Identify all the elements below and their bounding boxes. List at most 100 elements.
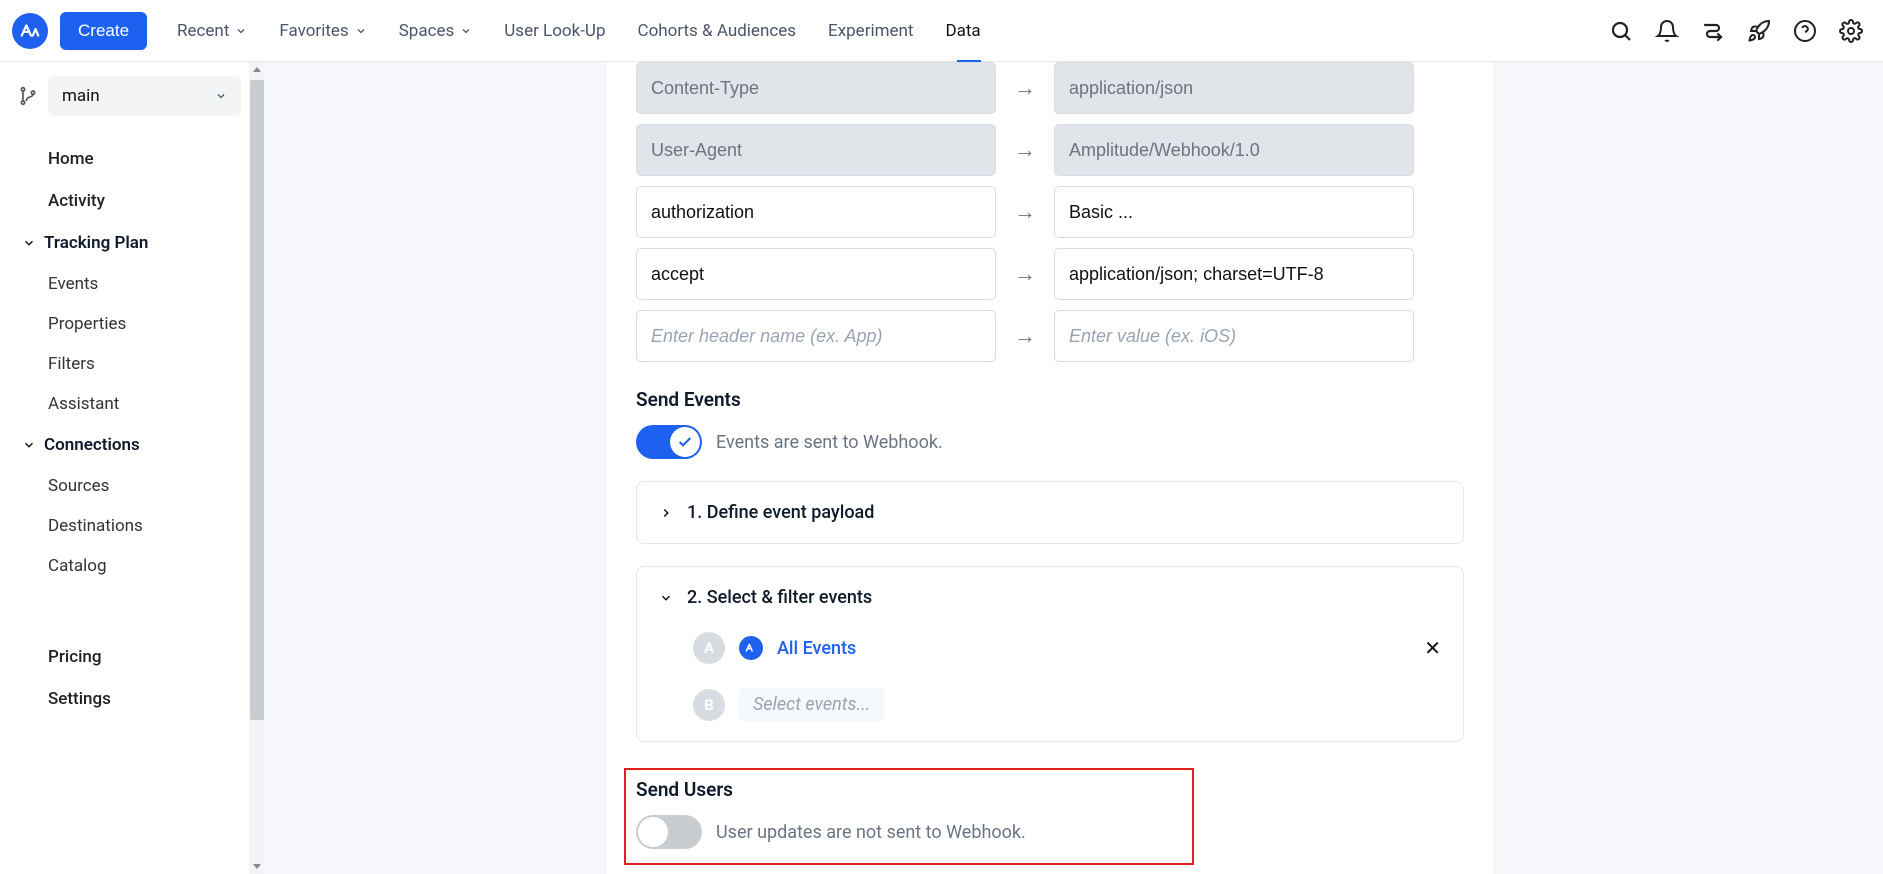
sidebar-item-assistant[interactable]: Assistant [18,384,265,424]
send-events-toggle[interactable] [636,425,702,459]
create-button[interactable]: Create [60,12,147,50]
header-value-input [1054,124,1414,176]
card-title: 1. Define event payload [687,502,874,523]
remove-filter-button[interactable]: ✕ [1424,636,1441,660]
header-value-input[interactable] [1054,186,1414,238]
filter-badge-b: B [693,689,725,721]
nav-spaces[interactable]: Spaces [387,13,485,49]
sidebar-item-activity[interactable]: Activity [18,180,265,222]
help-icon[interactable] [1793,19,1817,43]
sidebar-item-properties[interactable]: Properties [18,304,265,344]
branch-select[interactable]: main [48,76,241,116]
arrow-right-icon: → [1014,261,1036,287]
nav-experiment[interactable]: Experiment [816,13,925,49]
header-key-input[interactable] [636,248,996,300]
nav-label: Experiment [828,21,913,41]
nav-cohorts[interactable]: Cohorts & Audiences [626,13,809,49]
arrow-right-icon: → [1014,323,1036,349]
nav-user-lookup[interactable]: User Look-Up [492,13,617,49]
rocket-icon[interactable] [1747,19,1771,43]
search-icon[interactable] [1609,19,1633,43]
scroll-up-icon[interactable] [251,64,263,76]
nav-label: User Look-Up [504,21,605,41]
group-label: Tracking Plan [44,233,148,253]
nav-items: Recent Favorites Spaces User Look-Up Coh… [165,13,993,49]
arrow-right-icon: → [1014,199,1036,225]
toggle-knob [670,427,700,457]
chevron-down-icon [22,438,36,452]
send-users-toggle-row: User updates are not sent to Webhook. [636,815,1180,849]
nav-label: Cohorts & Audiences [638,21,797,41]
header-key-input[interactable] [636,186,996,238]
arrow-right-icon: → [1014,75,1036,101]
send-users-toggle-label: User updates are not sent to Webhook. [716,822,1026,843]
scrollbar-thumb[interactable] [250,80,264,720]
sidebar: main Home Activity Tracking Plan Events … [0,62,265,874]
define-payload-header[interactable]: 1. Define event payload [659,502,1441,523]
select-filter-header[interactable]: 2. Select & filter events [659,587,1441,608]
header-key-input [636,62,996,114]
nav-label: Data [945,21,980,41]
scroll-down-icon[interactable] [251,860,263,872]
nav-favorites[interactable]: Favorites [267,13,378,49]
app-logo[interactable] [12,13,48,49]
top-nav: Create Recent Favorites Spaces User Look… [0,0,1883,62]
sidebar-item-destinations[interactable]: Destinations [18,506,265,546]
card-title: 2. Select & filter events [687,587,872,608]
chevron-down-icon [22,236,36,250]
bell-icon[interactable] [1655,19,1679,43]
send-events-title: Send Events [636,388,1464,411]
filter-row-b: B Select events... [659,688,1441,721]
sidebar-item-events[interactable]: Events [18,264,265,304]
sidebar-item-home[interactable]: Home [18,138,265,180]
nav-recent[interactable]: Recent [165,13,259,49]
header-key-input [636,124,996,176]
nav-data[interactable]: Data [933,13,992,49]
send-events-toggle-row: Events are sent to Webhook. [636,425,1464,459]
sidebar-group-tracking-plan[interactable]: Tracking Plan [18,222,265,264]
sidebar-item-filters[interactable]: Filters [18,344,265,384]
header-row: → [636,248,1464,300]
toggle-knob [638,817,668,847]
nav-label: Spaces [399,21,455,41]
route-icon[interactable] [1701,19,1725,43]
send-users-title: Send Users [636,778,1180,801]
chevron-down-icon [215,90,227,102]
check-icon [677,434,693,450]
send-events-toggle-label: Events are sent to Webhook. [716,432,943,453]
chevron-down-icon [460,25,472,37]
header-row: → [636,186,1464,238]
nav-label: Favorites [279,21,348,41]
main-content: → → → → → [265,62,1883,874]
group-label: Connections [44,435,140,455]
send-users-highlight: Send Users User updates are not sent to … [624,768,1194,865]
header-row: → [636,124,1464,176]
select-events-button[interactable]: Select events... [739,688,884,721]
header-row: → [636,62,1464,114]
chevron-right-icon [659,506,673,520]
header-value-input[interactable] [1054,310,1414,362]
topnav-icons [1609,19,1863,43]
header-value-input[interactable] [1054,248,1414,300]
git-branch-icon [18,86,38,106]
header-row: → [636,310,1464,362]
chevron-down-icon [235,25,247,37]
sidebar-item-sources[interactable]: Sources [18,466,265,506]
filter-row-a: A All Events ✕ [659,632,1441,664]
config-panel: → → → → → [605,62,1495,874]
gear-icon[interactable] [1839,19,1863,43]
chevron-down-icon [355,25,367,37]
sidebar-item-settings[interactable]: Settings [18,678,265,720]
sidebar-item-catalog[interactable]: Catalog [18,546,265,586]
sidebar-scrollbar[interactable] [249,62,265,874]
select-filter-card: 2. Select & filter events A All Events ✕… [636,566,1464,742]
header-value-input [1054,62,1414,114]
nav-label: Recent [177,21,229,41]
chevron-down-icon [659,591,673,605]
header-key-input[interactable] [636,310,996,362]
sidebar-item-pricing[interactable]: Pricing [18,636,265,678]
send-users-toggle[interactable] [636,815,702,849]
sidebar-group-connections[interactable]: Connections [18,424,265,466]
all-events-link[interactable]: All Events [777,638,856,659]
amplitude-icon [739,636,763,660]
